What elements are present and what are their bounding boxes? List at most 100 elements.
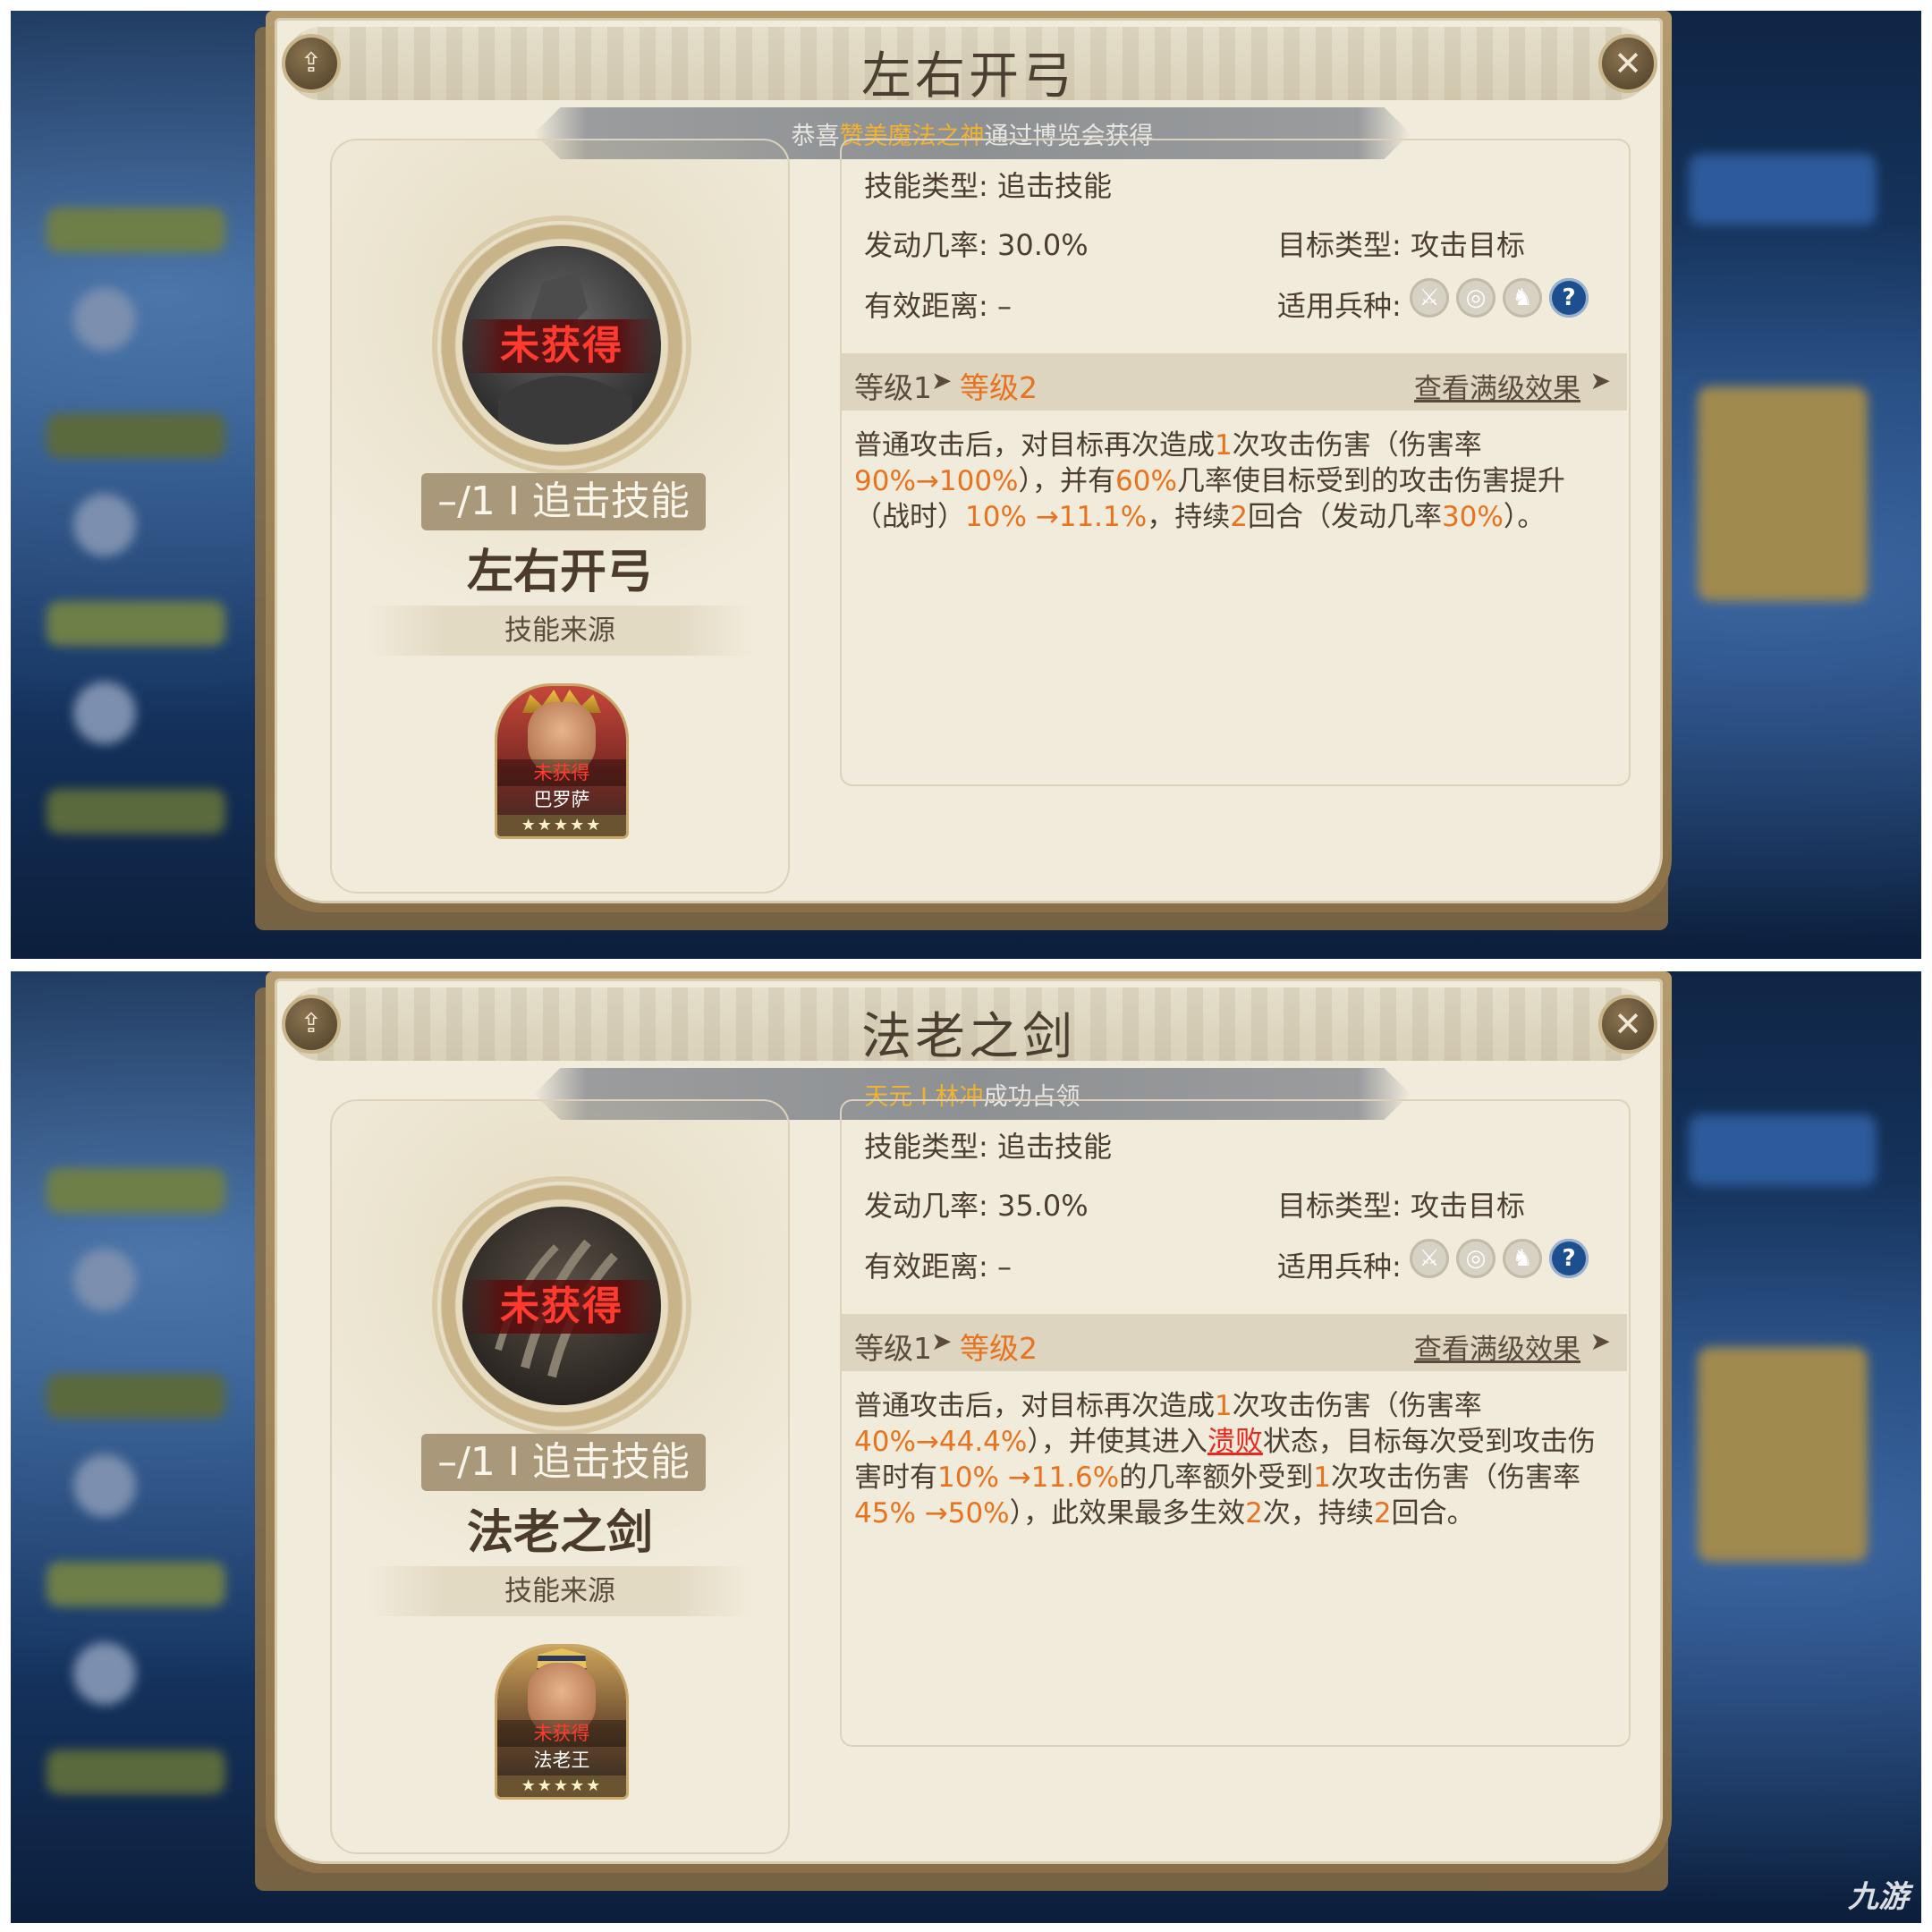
unobtained-badge: 未获得: [462, 1280, 661, 1334]
trigger-rate-row: 发动几率: 35.0%: [864, 1183, 1089, 1224]
level-bar: 等级1 ➤ 等级2 查看满级效果 ➤: [842, 1314, 1627, 1371]
skill-level-tag: –/1 I 追击技能: [421, 1434, 706, 1491]
background-sidebar: [11, 971, 270, 1923]
level-bar: 等级1 ➤ 等级2 查看满级效果 ➤: [842, 353, 1627, 411]
horse-icon[interactable]: ♞: [1503, 1239, 1542, 1278]
dialog-title: 左右开弓: [861, 49, 1076, 105]
trigger-rate-value: 30.0%: [996, 228, 1089, 262]
banner-prefix: 恭喜: [791, 123, 840, 150]
description-segment: 45% →50%: [854, 1497, 1010, 1530]
description-segment: 2: [1373, 1497, 1392, 1530]
skill-description: 普通攻击后，对目标再次造成1次攻击伤害（伤害率40%→44.4%），并使其进入溃…: [854, 1388, 1610, 1531]
question-icon[interactable]: ?: [1549, 278, 1589, 318]
share-icon: ⇪: [300, 47, 323, 79]
level-arrow-icon: ➤: [931, 366, 953, 395]
share-button[interactable]: ⇪: [282, 995, 341, 1054]
skill-type-label: 技能类型:: [864, 1130, 988, 1164]
background-right: [1662, 971, 1921, 1923]
skill-type-label: 技能类型:: [864, 169, 988, 203]
description-segment: 10% →11.1%: [965, 501, 1148, 533]
dialog-title: 法老之剑: [861, 1010, 1076, 1065]
description-segment: 溃败: [1207, 1426, 1263, 1458]
description-segment: ）。: [1503, 501, 1546, 533]
sword-icon[interactable]: ⚔: [1410, 1239, 1449, 1278]
hero-card[interactable]: 未获得 法老王 ★★★★★: [497, 1647, 626, 1797]
description-segment: ，持续: [1147, 501, 1231, 533]
description-segment: 1: [1313, 1462, 1331, 1494]
horse-icon[interactable]: ♞: [1503, 278, 1542, 318]
description-segment: ），并有: [1018, 465, 1116, 497]
view-max-level-link[interactable]: 查看满级效果: [1414, 1326, 1580, 1367]
hero-card[interactable]: 未获得 巴罗萨 ★★★★★: [497, 686, 626, 836]
skill-icon-frame: 未获得: [437, 1182, 686, 1430]
trigger-rate-label: 发动几率:: [864, 228, 988, 262]
troop-type-row: 适用兵种:: [1277, 284, 1402, 325]
description-segment: 回合（发动几率: [1247, 501, 1442, 533]
chevron-right-icon: ➤: [1589, 366, 1611, 395]
close-icon: ✕: [1614, 1004, 1642, 1044]
range-value: –: [996, 289, 1012, 323]
range-label: 有效距离:: [864, 289, 988, 323]
description-segment: 次攻击伤害（伤害率: [1330, 1462, 1580, 1494]
skill-level-tag: –/1 I 追击技能: [421, 473, 706, 530]
trigger-rate-label: 发动几率:: [864, 1189, 988, 1223]
target-type-row: 目标类型: 攻击目标: [1277, 1183, 1525, 1224]
share-button[interactable]: ⇪: [282, 34, 341, 93]
description-segment: 40%: [854, 1426, 916, 1458]
range-row: 有效距离: –: [864, 1244, 1012, 1285]
description-segment: 的几率额外受到: [1119, 1462, 1314, 1494]
description-segment: 2: [1230, 501, 1248, 533]
target-type-label: 目标类型:: [1277, 1189, 1402, 1223]
hero-name: 法老王: [533, 1750, 590, 1771]
target-type-label: 目标类型:: [1277, 228, 1402, 262]
target-type-value: 攻击目标: [1410, 228, 1525, 262]
hero-status: 未获得: [497, 759, 626, 786]
skill-overview-panel: 未获得 –/1 I 追击技能 左右开弓 技能来源 未获得 巴罗萨 ★★★★★: [330, 139, 790, 894]
question-icon[interactable]: ?: [1549, 1239, 1589, 1278]
description-segment: →100%: [915, 465, 1019, 497]
description-segment: 2: [1245, 1497, 1263, 1530]
description-segment: 1: [1215, 1390, 1233, 1422]
close-button[interactable]: ✕: [1598, 995, 1657, 1054]
description-segment: ），此效果最多生效: [1009, 1497, 1246, 1530]
title-bar: 左右开弓: [285, 27, 1652, 105]
troop-type-icons: ⚔ ◎ ♞?: [1410, 1239, 1596, 1284]
description-segment: 90%: [854, 465, 916, 497]
description-segment: 回合。: [1391, 1497, 1475, 1530]
troop-type-row: 适用兵种:: [1277, 1244, 1402, 1285]
skill-source-label: 技能来源: [368, 1566, 752, 1616]
close-button[interactable]: ✕: [1598, 34, 1657, 93]
background-sidebar: [11, 11, 270, 959]
description-segment: 次攻击伤害（伤害率: [1232, 429, 1482, 462]
level-next: 等级2: [960, 1331, 1038, 1366]
description-segment: 普通攻击后，对目标再次造成: [854, 429, 1215, 462]
skill-name: 左右开弓: [466, 547, 653, 598]
watermark-logo: 九游: [1848, 1879, 1909, 1915]
chevron-right-icon: ➤: [1589, 1326, 1611, 1356]
skill-type-row: 技能类型: 追击技能: [864, 164, 1112, 205]
target-icon[interactable]: ◎: [1456, 278, 1496, 318]
troop-type-icons: ⚔ ◎ ♞?: [1410, 278, 1596, 323]
skill-type-row: 技能类型: 追击技能: [864, 1124, 1112, 1165]
skill-overview-panel: 未获得 –/1 I 追击技能 法老之剑 技能来源 未获得 法老王 ★★★★★: [330, 1099, 790, 1854]
trigger-rate-value: 35.0%: [996, 1189, 1089, 1223]
description-segment: 10% →11.6%: [937, 1462, 1120, 1494]
target-type-value: 攻击目标: [1410, 1189, 1525, 1223]
view-max-level-link[interactable]: 查看满级效果: [1414, 366, 1580, 406]
skill-dialog: 左右开弓 ⇪ ✕ 恭喜赞美魔法之神通过博览会获得 未获得 –/1 I 追击技能 …: [255, 11, 1679, 930]
sword-icon[interactable]: ⚔: [1410, 278, 1449, 318]
skill-icon: 未获得: [462, 246, 661, 445]
description-segment: →44.4%: [915, 1426, 1028, 1458]
screenshot-bottom: 法老之剑 ⇪ ✕ 天元 I 林冲成功占领 未获得 –/1 I 追击技能 法老之剑…: [11, 971, 1921, 1923]
close-icon: ✕: [1614, 44, 1642, 83]
description-segment: 普通攻击后，对目标再次造成: [854, 1390, 1215, 1422]
unobtained-badge: 未获得: [462, 319, 661, 373]
skill-name: 法老之剑: [466, 1508, 653, 1559]
share-icon: ⇪: [300, 1008, 323, 1039]
background-right: [1662, 11, 1921, 959]
range-value: –: [996, 1250, 1012, 1284]
hero-status: 未获得: [497, 1720, 626, 1747]
skill-icon: 未获得: [462, 1207, 661, 1405]
hero-name: 巴罗萨: [533, 789, 590, 810]
target-icon[interactable]: ◎: [1456, 1239, 1496, 1278]
